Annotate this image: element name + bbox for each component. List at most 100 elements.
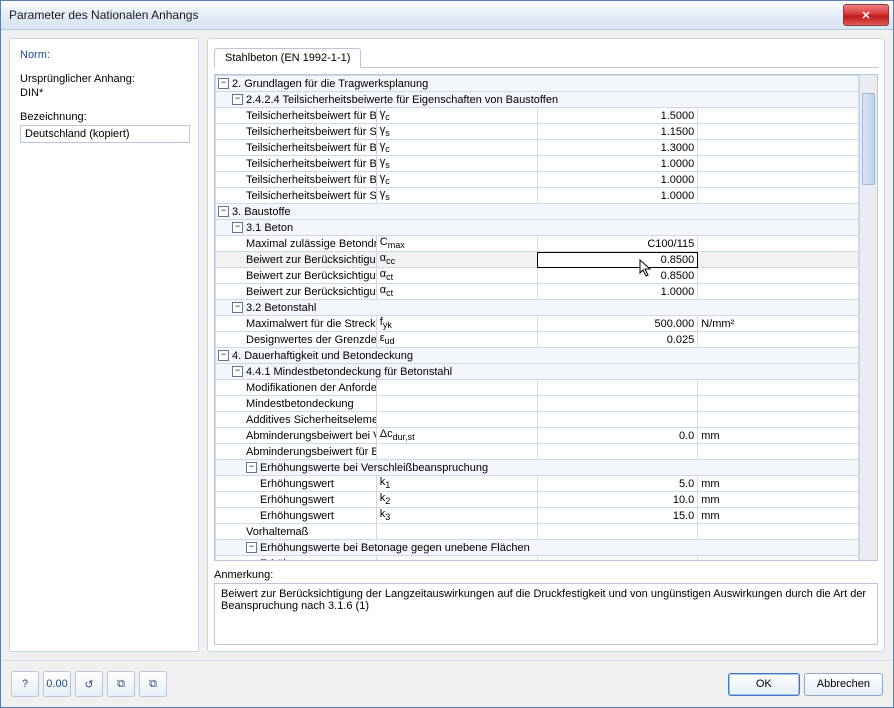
parameter-row[interactable]: Teilsicherheitsbeiwert für Beton im Gren… bbox=[216, 140, 859, 156]
parameter-grid[interactable]: −2. Grundlagen für die Tragwerksplanung−… bbox=[215, 75, 859, 560]
tree-header-row[interactable]: −3.2 Betonstahl bbox=[216, 300, 859, 316]
toggle-collapse-icon[interactable]: − bbox=[218, 350, 229, 361]
parameter-row[interactable]: Beiwert zur Berücksichtigung Langzeitein… bbox=[216, 284, 859, 300]
parameter-value[interactable]: 1.3000 bbox=[537, 140, 698, 156]
toggle-collapse-icon[interactable]: − bbox=[218, 206, 229, 217]
parameter-symbol: γs bbox=[376, 188, 537, 204]
parameter-value[interactable]: 15.0 bbox=[537, 508, 698, 524]
parameter-row[interactable]: Beiwert zur Berücksichtigung Langzeitein… bbox=[216, 268, 859, 284]
parameter-label: Erhöhungswert bbox=[216, 508, 377, 524]
parameter-row[interactable]: Abminderungsbeiwert für Beton mit zusätz… bbox=[216, 444, 859, 460]
parameter-value[interactable]: 1.1500 bbox=[537, 124, 698, 140]
parameter-label: Maximalwert für die Streckgrenze bbox=[216, 316, 377, 332]
copy-button[interactable]: ⧉ bbox=[107, 671, 135, 697]
tab-bar: Stahlbeton (EN 1992-1-1) bbox=[214, 45, 878, 68]
parameter-symbol bbox=[376, 396, 537, 412]
parameter-row[interactable]: Erhöhungswertk15.0mm bbox=[216, 476, 859, 492]
parameter-row[interactable]: Teilsicherheitsbeiwert für Stahl im Gren… bbox=[216, 124, 859, 140]
tree-cell[interactable]: −3.1 Beton bbox=[216, 220, 859, 236]
parameter-row[interactable]: Erhöhungswert bbox=[216, 556, 859, 561]
cancel-button[interactable]: Abbrechen bbox=[804, 673, 883, 696]
parameter-value[interactable] bbox=[537, 380, 698, 396]
tree-header-row[interactable]: −3.1 Beton bbox=[216, 220, 859, 236]
parameter-row[interactable]: Teilsicherheitsbeiwert für Stahl im Gren… bbox=[216, 188, 859, 204]
parameter-unit: mm bbox=[698, 508, 859, 524]
toggle-collapse-icon[interactable]: − bbox=[232, 302, 243, 313]
parameter-value[interactable]: 1.0000 bbox=[537, 284, 698, 300]
paste-button[interactable]: ⧉ bbox=[139, 671, 167, 697]
tab-stahlbeton[interactable]: Stahlbeton (EN 1992-1-1) bbox=[214, 48, 361, 68]
tree-cell[interactable]: −4.4.1 Mindestbetondeckung für Betonstah… bbox=[216, 364, 859, 380]
tree-cell[interactable]: −2. Grundlagen für die Tragwerksplanung bbox=[216, 76, 859, 92]
parameter-value[interactable]: 0.8500 bbox=[537, 252, 698, 268]
toggle-collapse-icon[interactable]: − bbox=[232, 222, 243, 233]
parameter-row[interactable]: Erhöhungswertk315.0mm bbox=[216, 508, 859, 524]
tree-cell[interactable]: −Erhöhungswerte bei Verschleißbeanspruch… bbox=[216, 460, 859, 476]
tree-header-row[interactable]: −4.4.1 Mindestbetondeckung für Betonstah… bbox=[216, 364, 859, 380]
reset-button[interactable]: ↺ bbox=[75, 671, 103, 697]
tree-header-row[interactable]: −4. Dauerhaftigkeit und Betondeckung bbox=[216, 348, 859, 364]
tree-cell[interactable]: −3.2 Betonstahl bbox=[216, 300, 859, 316]
close-button[interactable]: ✕ bbox=[843, 4, 889, 26]
parameter-value[interactable]: 10.0 bbox=[537, 492, 698, 508]
note-label: Anmerkung: bbox=[214, 569, 878, 581]
parameter-row[interactable]: Modifikationen der Anforderungsklasse bbox=[216, 380, 859, 396]
parameter-row[interactable]: Mindestbetondeckung bbox=[216, 396, 859, 412]
parameter-row[interactable]: Designwertes der Grenzdehnung Betonstahl… bbox=[216, 332, 859, 348]
scrollbar-thumb[interactable] bbox=[862, 93, 875, 185]
tree-header-row[interactable]: −3. Baustoffe bbox=[216, 204, 859, 220]
tree-header-row[interactable]: −2.4.2.4 Teilsicherheitsbeiwerte für Eig… bbox=[216, 92, 859, 108]
units-button[interactable]: 0.00 bbox=[43, 671, 71, 697]
parameter-value[interactable]: 0.0 bbox=[537, 428, 698, 444]
tree-cell[interactable]: −Erhöhungswerte bei Betonage gegen unebe… bbox=[216, 540, 859, 556]
parameter-row[interactable]: Abminderungsbeiwert bei Verwendung von r… bbox=[216, 428, 859, 444]
parameter-row[interactable]: Teilsicherheitsbeiwert für Betonstahl im… bbox=[216, 156, 859, 172]
parameter-value[interactable] bbox=[537, 396, 698, 412]
designation-input[interactable] bbox=[20, 125, 190, 143]
parameter-unit bbox=[698, 124, 859, 140]
tree-header-row[interactable]: −Erhöhungswerte bei Verschleißbeanspruch… bbox=[216, 460, 859, 476]
tree-cell[interactable]: −4. Dauerhaftigkeit und Betondeckung bbox=[216, 348, 859, 364]
toggle-collapse-icon[interactable]: − bbox=[246, 462, 257, 473]
parameter-value[interactable] bbox=[537, 556, 698, 561]
parameter-row[interactable]: Erhöhungswertk210.0mm bbox=[216, 492, 859, 508]
parameter-value[interactable] bbox=[537, 524, 698, 540]
parameter-row[interactable]: Maximal zulässige Betondruckfestigkeitsk… bbox=[216, 236, 859, 252]
parameter-row[interactable]: Maximalwert für die Streckgrenzefyk500.0… bbox=[216, 316, 859, 332]
ok-button[interactable]: OK bbox=[728, 673, 800, 696]
parameter-value[interactable] bbox=[537, 444, 698, 460]
parameter-value[interactable]: 1.0000 bbox=[537, 156, 698, 172]
tree-header-row[interactable]: −2. Grundlagen für die Tragwerksplanung bbox=[216, 76, 859, 92]
tree-cell[interactable]: −3. Baustoffe bbox=[216, 204, 859, 220]
parameter-row[interactable]: Teilsicherheitsbeiwert für Beton im Gren… bbox=[216, 108, 859, 124]
parameter-row[interactable]: Beiwert zur Berücksichtigung Langzeitein… bbox=[216, 252, 859, 268]
vertical-scrollbar[interactable] bbox=[859, 75, 877, 560]
parameter-row[interactable]: Teilsicherheitsbeiwert für Beton im Gren… bbox=[216, 172, 859, 188]
parameter-value[interactable]: 1.0000 bbox=[537, 172, 698, 188]
parameter-symbol: γs bbox=[376, 156, 537, 172]
help-button[interactable]: ? bbox=[11, 671, 39, 697]
toggle-collapse-icon[interactable]: − bbox=[246, 542, 257, 553]
tree-header-row[interactable]: −Erhöhungswerte bei Betonage gegen unebe… bbox=[216, 540, 859, 556]
toggle-collapse-icon[interactable]: − bbox=[232, 366, 243, 377]
parameter-symbol bbox=[376, 556, 537, 561]
parameter-row[interactable]: Additives Sicherheitselement zur Erhöhun… bbox=[216, 412, 859, 428]
tree-cell[interactable]: −2.4.2.4 Teilsicherheitsbeiwerte für Eig… bbox=[216, 92, 859, 108]
parameter-value[interactable]: 1.0000 bbox=[537, 188, 698, 204]
units-icon: 0.00 bbox=[46, 678, 67, 690]
parameter-value[interactable] bbox=[537, 412, 698, 428]
toggle-collapse-icon[interactable]: − bbox=[232, 94, 243, 105]
parameter-value[interactable]: C100/115 bbox=[537, 236, 698, 252]
parameter-value[interactable]: 500.000 bbox=[537, 316, 698, 332]
toggle-collapse-icon[interactable]: − bbox=[218, 78, 229, 89]
parameter-unit bbox=[698, 412, 859, 428]
parameter-row[interactable]: Vorhaltemaß bbox=[216, 524, 859, 540]
parameter-label: Erhöhungswert bbox=[216, 492, 377, 508]
parameter-value[interactable]: 0.8500 bbox=[537, 268, 698, 284]
parameter-value[interactable]: 0.025 bbox=[537, 332, 698, 348]
parameter-label: Teilsicherheitsbeiwert für Beton im Gren… bbox=[216, 140, 377, 156]
paste-icon: ⧉ bbox=[149, 678, 157, 691]
parameter-value[interactable]: 5.0 bbox=[537, 476, 698, 492]
parameter-value[interactable]: 1.5000 bbox=[537, 108, 698, 124]
copy-icon: ⧉ bbox=[117, 678, 125, 691]
